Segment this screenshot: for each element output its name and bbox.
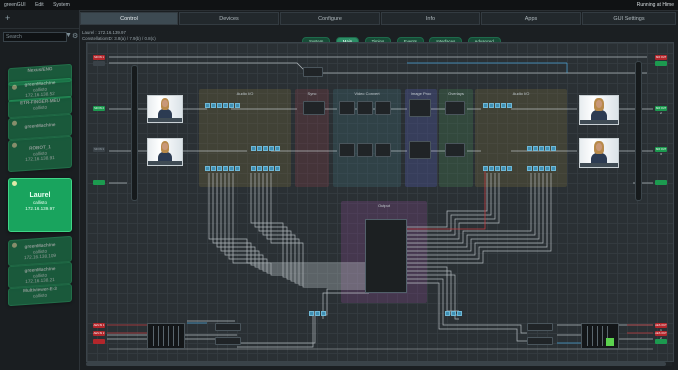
tab-configure[interactable]: Configure	[280, 12, 380, 25]
menu-system[interactable]: System	[49, 0, 74, 10]
output-port-sdi-1[interactable]: SDI OUT 1	[655, 55, 667, 64]
tab-info[interactable]: Info	[381, 12, 480, 25]
input-port-sdi-1[interactable]: SDI IN 1	[93, 55, 105, 60]
video-preview-in-2[interactable]	[147, 138, 183, 166]
input-port-aes[interactable]	[93, 180, 105, 185]
input-port-sdi-3[interactable]: SDI IN 3	[93, 147, 105, 152]
convert-node-5[interactable]	[357, 143, 373, 157]
overlay-node-2[interactable]	[445, 143, 465, 157]
input-rail	[131, 65, 138, 201]
device-name: Nexus/ENG	[27, 66, 53, 73]
device-name: Laurel	[29, 192, 51, 199]
search-input[interactable]: Search	[3, 32, 67, 42]
video-preview-out-1[interactable]	[579, 95, 619, 125]
horizontal-scrollbar[interactable]	[86, 362, 672, 366]
audio-bank-bottom-2[interactable]	[445, 311, 462, 316]
audio-bank-out-1[interactable]	[483, 103, 512, 108]
output-port-ref[interactable]	[655, 61, 667, 66]
scrollbar-thumb[interactable]	[86, 362, 666, 366]
audio-bank-in-1[interactable]	[205, 103, 240, 108]
sub-tab-bar: System Main Timing Events Interfaces Adv…	[302, 30, 502, 47]
device-card[interactable]: ROBOT_1 callisto 172.16.138.91	[8, 135, 72, 173]
input-port-aes-1[interactable]: AES IN 1	[93, 323, 105, 328]
audio-bank-out-3[interactable]	[527, 146, 556, 151]
status-text: Running at Hime	[636, 2, 674, 8]
sync-node[interactable]	[303, 67, 323, 77]
menu-edit[interactable]: Edit	[31, 0, 48, 10]
image-proc-node-2[interactable]	[409, 141, 431, 159]
status-indicator-icon	[12, 181, 17, 186]
input-port-aes-3[interactable]	[93, 339, 105, 344]
device-sidebar: + Search ▼ ⚙ Nexus/ENG greenMachine call…	[0, 10, 80, 370]
convert-node-4[interactable]	[339, 143, 355, 157]
rack-left[interactable]	[147, 323, 185, 349]
output-port-sdi-3[interactable]: SDI OUT 3	[655, 147, 667, 156]
video-preview-in-1[interactable]	[147, 95, 183, 123]
aes-node-1[interactable]	[215, 323, 241, 331]
convert-node-3[interactable]	[375, 101, 391, 115]
input-port-aes-2[interactable]: AES IN 2	[93, 331, 105, 336]
rack-right[interactable]	[581, 323, 619, 349]
output-port-aes-3[interactable]	[655, 339, 667, 344]
output-router[interactable]	[365, 219, 407, 293]
aes-node-4[interactable]	[527, 337, 553, 345]
video-preview-out-2[interactable]	[579, 138, 619, 168]
tab-apps[interactable]: Apps	[481, 12, 581, 25]
menu-app[interactable]: greenGUI	[0, 0, 30, 10]
input-port-sdi-2[interactable]: SDI IN 2	[93, 106, 105, 111]
audio-bank-in-4[interactable]	[251, 166, 280, 171]
input-port-ref[interactable]	[93, 61, 105, 66]
audio-bank-bottom-1[interactable]	[309, 311, 326, 316]
output-rail	[635, 61, 642, 201]
main-tab-bar: Control Devices Configure Info Apps GUI …	[80, 12, 678, 27]
output-port-aes-1[interactable]: AES OUT 1	[655, 323, 667, 332]
sync-node-1[interactable]	[303, 101, 325, 115]
output-port-aes[interactable]	[655, 180, 667, 185]
menu-bar: greenGUI Edit System Running at Hime	[0, 0, 678, 11]
tab-gui-settings[interactable]: GUI Settings	[582, 12, 676, 25]
audio-bank-out-4[interactable]	[527, 166, 556, 171]
convert-node-1[interactable]	[339, 101, 355, 115]
add-device-icon[interactable]: +	[5, 13, 10, 23]
aes-node-2[interactable]	[215, 337, 241, 345]
settings-icon[interactable]: ⚙	[72, 32, 78, 40]
overlay-node-1[interactable]	[445, 101, 465, 115]
device-name: greenMachine	[24, 121, 56, 130]
tab-control[interactable]: Control	[80, 12, 178, 25]
output-port-aes-2[interactable]: AES OUT 2	[655, 331, 667, 340]
sidebar-header: +	[0, 10, 79, 29]
signal-wires	[107, 56, 653, 350]
audio-bank-in-3[interactable]	[251, 146, 280, 151]
tab-devices[interactable]: Devices	[179, 12, 279, 25]
filter-icon[interactable]: ▼	[65, 32, 72, 39]
convert-node-2[interactable]	[357, 101, 373, 115]
audio-bank-out-2[interactable]	[483, 166, 512, 171]
device-info: Laurel : 172.16.139.97 ConstellationID: …	[82, 30, 156, 42]
device-addr: 172.16.139.97	[25, 205, 55, 211]
audio-bank-in-2[interactable]	[205, 166, 240, 171]
image-proc-node-1[interactable]	[409, 99, 431, 117]
device-card[interactable]: Multiviewer-E-3 callisto	[8, 283, 72, 307]
convert-node-6[interactable]	[375, 143, 391, 157]
output-port-sdi-2[interactable]: SDI OUT 2	[655, 106, 667, 115]
device-card-selected[interactable]: Laurel callisto 172.16.139.97	[8, 178, 72, 232]
signal-flow-canvas[interactable]: Audio I/O Sync Video Convert Image Proc …	[86, 42, 674, 362]
aes-node-3[interactable]	[527, 323, 553, 331]
